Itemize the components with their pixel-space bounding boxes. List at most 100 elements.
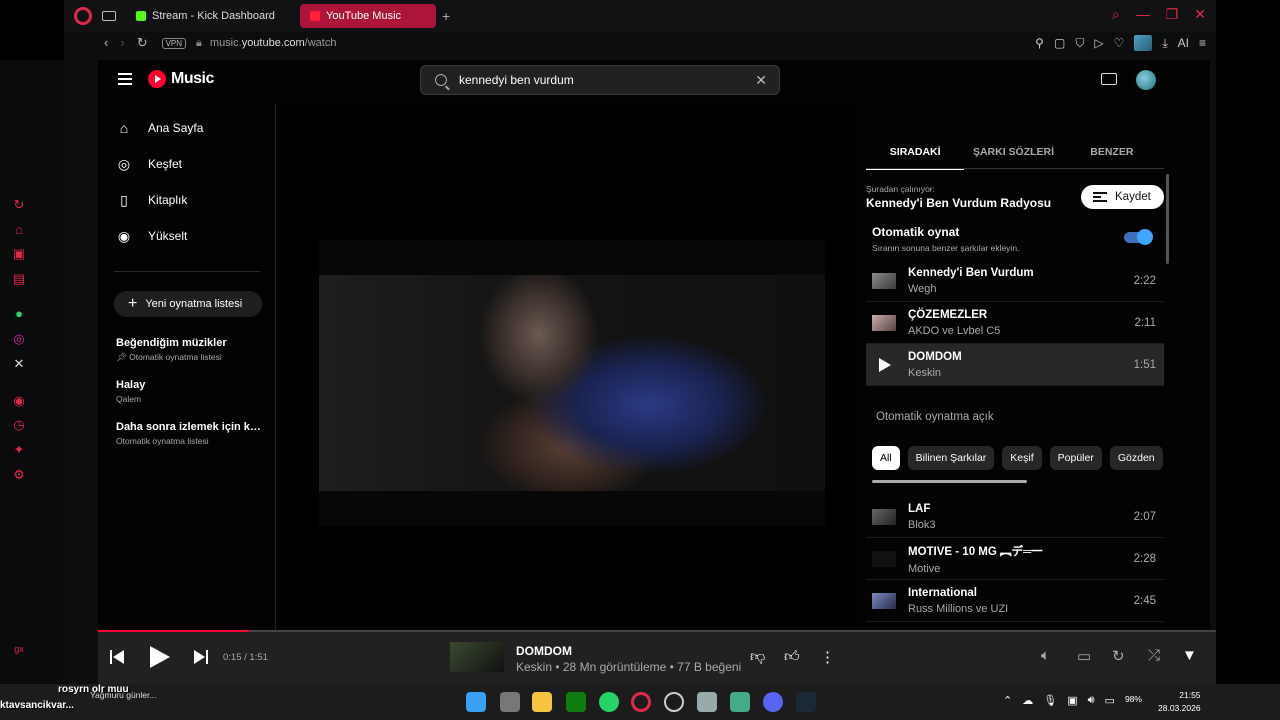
save-button[interactable]: Kaydet: [1081, 185, 1164, 209]
chips-scrollbar[interactable]: [872, 480, 1027, 483]
x-twitter-icon[interactable]: ✕: [12, 357, 26, 371]
volume-icon[interactable]: 🔈︎: [1041, 647, 1050, 664]
search-input[interactable]: kennedyi ben vurdum: [459, 73, 574, 87]
reload-icon[interactable]: ↻: [137, 35, 148, 51]
now-playing-thumbnail[interactable]: [450, 642, 504, 672]
hamburger-menu-icon[interactable]: [118, 73, 132, 85]
video-frame[interactable]: [319, 240, 825, 526]
minimize-icon[interactable]: —: [1136, 6, 1150, 23]
vpn-badge[interactable]: VPN: [161, 37, 187, 49]
steam-icon[interactable]: [796, 692, 816, 712]
close-icon[interactable]: ✕: [1194, 6, 1206, 23]
chevron-up-icon[interactable]: ⌃: [1003, 694, 1012, 707]
start-icon[interactable]: [466, 692, 486, 712]
tab-youtube-music[interactable]: YouTube Music: [300, 4, 436, 28]
aria-ai-button[interactable]: AI: [1178, 36, 1189, 50]
file-explorer-icon[interactable]: [532, 692, 552, 712]
more-options-icon[interactable]: ⋮: [820, 648, 835, 666]
queue-row[interactable]: Kennedy'i Ben Vurdum Wegh 2:22: [866, 260, 1164, 302]
nav-library[interactable]: ▯ Kitaplık: [116, 192, 187, 208]
queue-row[interactable]: International Russ Millions ve UZI 2:45: [866, 580, 1164, 622]
tab-kick[interactable]: Stream - Kick Dashboard: [126, 4, 296, 28]
heart-icon[interactable]: ♡: [1114, 36, 1125, 50]
queue-row-now-playing[interactable]: DOMDOM Keskin 1:51: [866, 344, 1164, 386]
autoplay-toggle[interactable]: [1124, 229, 1153, 245]
play-icon[interactable]: [150, 646, 170, 668]
repeat-icon[interactable]: ↻: [1112, 647, 1125, 665]
speed-dial-icon[interactable]: ↻: [12, 198, 26, 212]
send-icon[interactable]: ▷: [1094, 36, 1103, 50]
opera-logo-icon[interactable]: [74, 7, 92, 25]
clock[interactable]: 21:55 28.03.2026: [1158, 689, 1201, 715]
app-icon[interactable]: [664, 692, 684, 712]
speaker-icon[interactable]: 🔊︎: [1088, 694, 1095, 707]
lock-icon[interactable]: 🔒︎: [196, 37, 202, 50]
queue-row[interactable]: LAF Blok3 2:07: [866, 496, 1164, 538]
maximize-icon[interactable]: ❐: [1166, 6, 1179, 23]
new-playlist-button[interactable]: + Yeni oynatma listesi: [114, 291, 262, 317]
tab-manager-icon[interactable]: [102, 11, 116, 21]
snapshot-icon[interactable]: ▢: [1054, 36, 1065, 50]
now-playing-title[interactable]: DOMDOM: [516, 644, 572, 658]
search-tabs-icon[interactable]: ⌕: [1112, 6, 1120, 23]
chip-deep-cuts[interactable]: Gözden: [1109, 446, 1163, 470]
back-icon[interactable]: ‹: [104, 35, 108, 51]
extensions-icon[interactable]: ✦: [12, 443, 26, 457]
previous-icon[interactable]: [110, 650, 124, 664]
whatsapp-icon[interactable]: ●: [12, 307, 26, 321]
network-icon[interactable]: ▣: [1067, 694, 1077, 707]
progress-bar[interactable]: [98, 630, 1216, 632]
instagram-icon[interactable]: ◎: [12, 332, 26, 346]
menu-icon[interactable]: ≡: [1199, 36, 1206, 50]
url-field[interactable]: music.youtube.com/watch: [210, 37, 337, 49]
play-icon[interactable]: [872, 357, 896, 373]
captions-icon[interactable]: ▭: [1077, 647, 1091, 665]
mic-icon[interactable]: 🎙︎: [1043, 694, 1057, 707]
dislike-icon[interactable]: 👎︎: [750, 648, 765, 666]
download-icon[interactable]: ⤓: [1162, 36, 1167, 51]
discord-icon[interactable]: [763, 692, 783, 712]
nav-upgrade[interactable]: ◉ Yükselt: [116, 228, 187, 244]
shield-icon[interactable]: ⛉: [1075, 36, 1084, 51]
now-playing-subtitle[interactable]: Keskin • 28 Mn görüntüleme • 77 B beğeni: [516, 660, 741, 674]
nav-home[interactable]: ⌂ Ana Sayfa: [116, 120, 204, 136]
next-icon[interactable]: [194, 650, 208, 664]
settings-icon[interactable]: ⚙: [12, 468, 26, 482]
cloud-icon[interactable]: ☁: [1022, 694, 1033, 707]
player-icon[interactable]: ◉: [12, 394, 26, 408]
cast-icon[interactable]: [1101, 73, 1117, 85]
playlist-item[interactable]: Halay Qalem: [116, 379, 266, 404]
shuffle-icon[interactable]: ⤮: [1148, 647, 1160, 664]
notes-icon[interactable]: ▤: [12, 272, 26, 286]
chip-all[interactable]: All: [872, 446, 900, 470]
queue-row[interactable]: ÇÖZEMEZLER AKDO ve Lvbel C5 2:11: [866, 302, 1164, 344]
chip-popular[interactable]: Popüler: [1049, 446, 1102, 470]
gx-icon[interactable]: gx: [12, 642, 26, 656]
profile-thumbnail[interactable]: [1134, 35, 1153, 51]
avatar[interactable]: [1136, 70, 1156, 90]
whatsapp-icon[interactable]: [599, 692, 619, 712]
chip-familiar[interactable]: Bilinen Şarkılar: [907, 446, 995, 470]
tab-lyrics[interactable]: ŞARKI SÖZLERİ: [964, 104, 1062, 170]
app-icon[interactable]: [697, 692, 717, 712]
history-icon[interactable]: ◷: [12, 418, 26, 432]
xbox-icon[interactable]: [566, 692, 586, 712]
ytm-logo[interactable]: Music: [148, 70, 214, 88]
messenger-icon[interactable]: ▣: [12, 247, 26, 261]
opera-gx-icon[interactable]: [631, 692, 651, 712]
queue-row[interactable]: MOTIVE - 10 MG ︻デ═一 Motive 2:28: [866, 538, 1164, 580]
chip-discover[interactable]: Keşif: [1002, 446, 1042, 470]
playlist-item[interactable]: Beğendiğim müzikler 📌︎ Otomatik oynatma …: [116, 337, 266, 363]
nav-explore[interactable]: ◎ Keşfet: [116, 156, 182, 172]
expand-chevron-down-icon[interactable]: ▼: [1182, 647, 1197, 664]
app-icon[interactable]: [730, 692, 750, 712]
like-icon[interactable]: 👍︎: [784, 648, 800, 666]
task-view-icon[interactable]: [500, 692, 520, 712]
forward-icon[interactable]: ›: [120, 35, 124, 51]
search-box[interactable]: kennedyi ben vurdum ✕: [420, 65, 780, 95]
aria-icon[interactable]: ⌂: [12, 223, 26, 237]
tab-related[interactable]: BENZER: [1063, 104, 1161, 170]
tab-up-next[interactable]: SIRADAKİ: [866, 104, 965, 170]
battery-icon[interactable]: ▭: [1105, 694, 1115, 707]
pin-icon[interactable]: ⚲: [1035, 36, 1044, 50]
